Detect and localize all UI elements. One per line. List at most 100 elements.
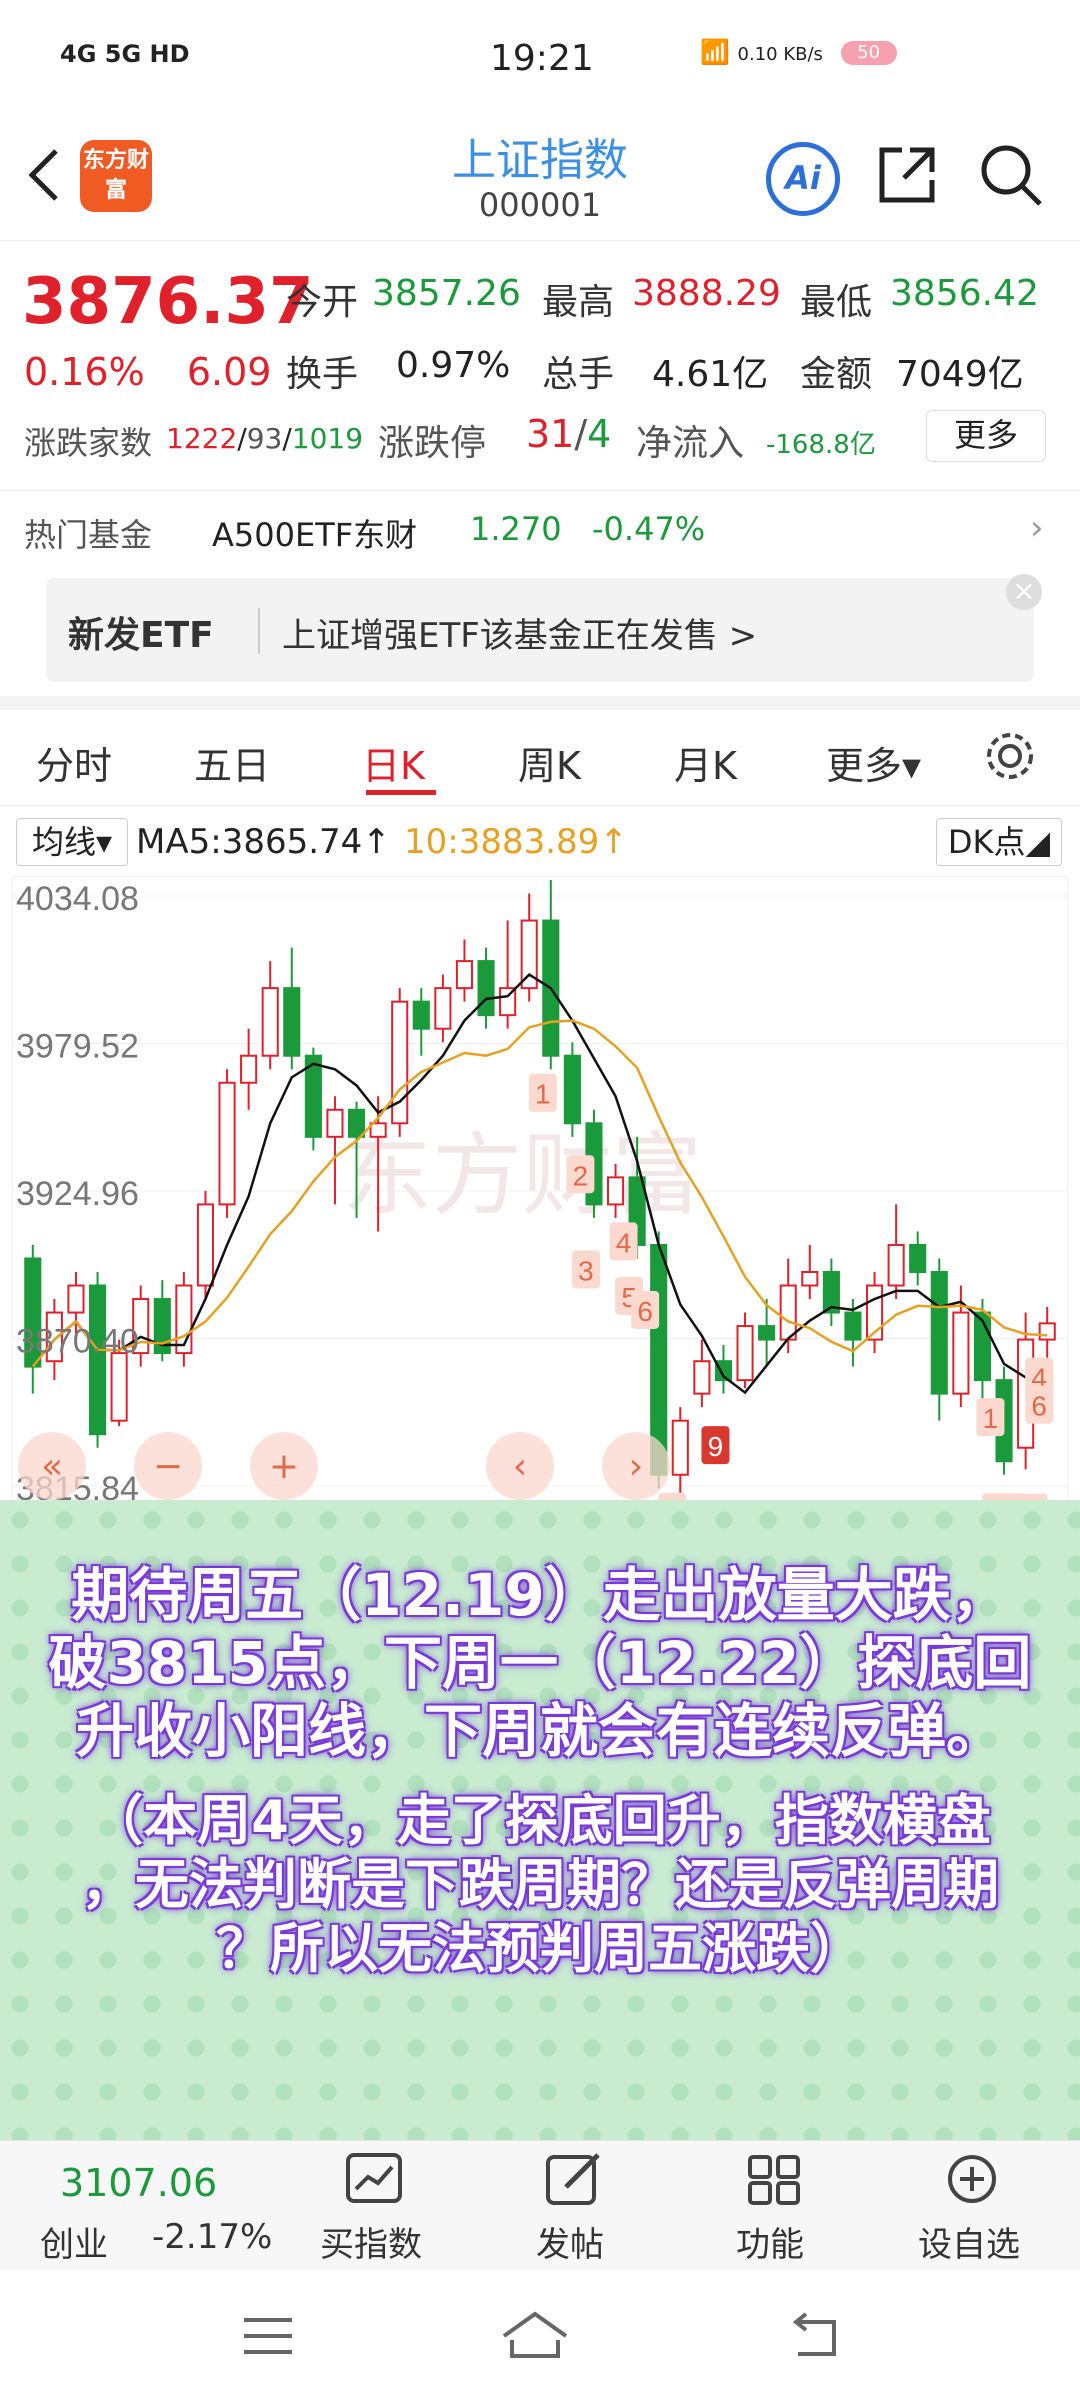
candle-body [887,1243,905,1287]
current-price: 3876.37 [22,265,314,339]
candle-body [412,1000,430,1030]
banner-divider [258,608,260,654]
candle-body [801,1270,819,1287]
add-watchlist-icon[interactable] [942,2151,1002,2207]
candle-body [779,1284,797,1341]
active-tab-indicator [366,790,436,795]
signal-indicators: 4G 5G HD [60,40,190,68]
price-change: 0.16% 6.09 [24,350,271,394]
bottom-toolbar: 3107.06 创业 -2.17% 买指数 发帖 功能 设自选 [0,2140,1080,2271]
menu-icon[interactable] [240,2314,296,2362]
overlay-line-6: ？所以无法预判周五涨跌） [216,1917,864,1980]
divider [0,805,1080,806]
wifi-icon: 📶 [700,38,730,66]
volume-label: 总手 [542,354,615,395]
candle-body [909,1243,927,1273]
status-bar: 4G 5G HD 19:21 📶 0.10 KB/s 50 [0,0,1080,110]
back-nav-icon[interactable] [786,2312,842,2364]
amount-label: 金额 [800,354,873,395]
settings-button[interactable] [982,728,1038,788]
candle-body [110,1352,128,1422]
hot-fund-label: 热门基金 [24,516,153,554]
candle-body [283,987,301,1057]
limit-up: 31 [526,412,575,456]
share-button[interactable] [874,142,940,212]
section-gap [0,696,1080,710]
open-value: 3857.26 [372,273,521,314]
candle-body [218,1081,236,1206]
chart-control-label: ‹ [513,1446,527,1487]
chart-control-label: › [629,1446,643,1487]
ma-selector[interactable]: 均线▾ [16,818,128,866]
dk-point-button[interactable]: DK点◢ [936,818,1062,866]
more-quote-button[interactable]: 更多 [926,410,1046,462]
dec-count: 1019 [291,422,364,455]
candle-body [844,1311,862,1341]
post-button[interactable]: 发帖 [536,2217,604,2266]
limit-label: 涨跌停 [378,423,487,464]
promo-banner[interactable]: 新发ETF 上证增强ETF该基金正在发售 > × [46,574,1042,682]
tab-more[interactable]: 更多▾ [826,735,921,790]
tab-intraday[interactable]: 分时 [36,735,112,790]
candle-body [434,987,452,1030]
grid-icon[interactable] [744,2151,804,2207]
chevron-right-icon[interactable]: › [1030,508,1044,548]
function-button[interactable]: 功能 [736,2217,804,2266]
chinext-value[interactable]: 3107.06 [60,2161,217,2205]
fund-change: -0.47% [592,510,706,548]
battery-icon: 50 [840,41,897,65]
app-header: 东方财富 上证指数 000001 Ai [0,110,1080,241]
candle-body [347,1108,366,1138]
divider [0,490,1080,491]
dk-marker-label: 1 [535,1079,551,1110]
kline-svg: 东方财富 4034.083979.523924.963870.403815.84… [11,875,1069,1545]
change-percent: 0.16% [24,350,145,394]
low-label: 最低 [800,282,873,323]
y-tick-label: 3870.40 [16,1323,139,1361]
high-label: 最高 [542,282,615,323]
dk-marker-label: 3 [578,1255,594,1286]
buy-index-button[interactable]: 买指数 [320,2217,422,2266]
candle-body [563,1054,581,1125]
close-icon[interactable]: × [1006,574,1042,610]
gear-icon [987,733,1033,779]
candle-body [693,1360,711,1395]
search-icon [981,145,1042,206]
banner-text: 上证增强ETF该基金正在发售 > [282,616,758,656]
turnover-label: 换手 [286,354,359,395]
advdec-label: 涨跌家数 [24,424,153,462]
home-icon[interactable] [500,2310,570,2364]
watermark: 东方财富 [342,1126,702,1226]
amount-value: 7049亿 [896,354,1024,395]
chart-control-label: + [269,1446,299,1487]
candle-body [261,987,279,1057]
tab-weekly-k[interactable]: 周K [518,735,581,790]
overlay-line-4: （本周4天，走了探底回升，指数横盘 [89,1789,991,1852]
candle-body [736,1325,754,1382]
candle-body [477,960,495,1017]
edit-icon[interactable] [544,2151,604,2207]
tab-daily-k[interactable]: 日K [362,735,425,790]
limit-down: 4 [587,412,612,456]
change-abs: 6.09 [186,350,272,394]
dk-marker-label: 4 [616,1227,632,1258]
chart-control-label: − [153,1446,183,1487]
candle-body [952,1311,970,1395]
ma5-value: MA5:3865.74↑ [136,822,391,862]
turnover-value: 0.97% [396,345,511,386]
chart-icon[interactable] [344,2151,404,2207]
inflow-label: 净流入 [636,423,745,464]
low-value: 3856.42 [890,273,1039,314]
tab-five-day[interactable]: 五日 [194,735,270,790]
search-button[interactable] [978,142,1044,212]
y-tick-label: 4034.08 [16,880,139,918]
dk-marker-label: 6 [1031,1391,1047,1422]
ma10-value: 10:3883.89↑ [404,822,628,862]
add-watchlist-button[interactable]: 设自选 [918,2217,1020,2266]
chinext-label: 创业 [40,2225,108,2265]
status-right: 📶 0.10 KB/s 50 [700,38,897,66]
kline-chart[interactable]: 东方财富 4034.08 3979.52 3924.96 3870.40 3815.84… [11,875,1069,1545]
fund-name[interactable]: A500ETF东财 [212,510,417,556]
tab-monthly-k[interactable]: 月K [674,735,737,790]
ai-button[interactable]: Ai [766,142,840,216]
